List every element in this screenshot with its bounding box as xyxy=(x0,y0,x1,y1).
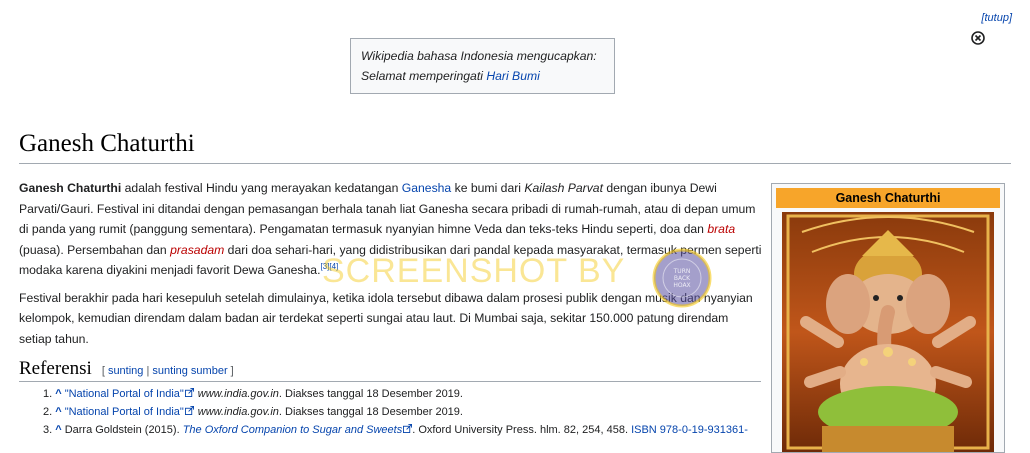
reference-source: www.india.gov.in xyxy=(197,388,279,400)
reference-title-link[interactable]: "National Portal of India" xyxy=(65,406,184,418)
ganesha-idol-image[interactable] xyxy=(782,212,994,452)
article-subject-bold: Ganesh Chaturthi xyxy=(19,181,122,195)
citation-3-4[interactable]: [3][4] xyxy=(320,262,338,271)
paragraph-2: Festival berakhir pada hari kesepuluh se… xyxy=(19,290,753,346)
close-icon[interactable] xyxy=(970,30,986,46)
backlink-caret[interactable]: ^ xyxy=(55,388,61,400)
backlink-caret[interactable]: ^ xyxy=(55,424,61,436)
backlink-caret[interactable]: ^ xyxy=(55,406,61,418)
references-heading: Referensi [ sunting | sunting sumber ] xyxy=(19,358,764,380)
infobox: Ganesh Chaturthi xyxy=(771,183,1005,453)
notice-line-1: Wikipedia bahasa Indonesia mengucapkan: xyxy=(361,49,597,63)
reference-source: www.india.gov.in xyxy=(197,406,279,418)
site-notice-banner: Wikipedia bahasa Indonesia mengucapkan: … xyxy=(350,38,615,94)
earth-day-link[interactable]: Hari Bumi xyxy=(486,69,540,83)
references-divider xyxy=(19,381,761,382)
reference-accessed: . Diakses tanggal 18 Desember 2019. xyxy=(278,406,463,418)
p1-text-2: ke bumi dari xyxy=(451,181,525,195)
isbn-link[interactable]: ISBN 978-0-19-931361- xyxy=(631,424,748,436)
p1-text-1: adalah festival Hindu yang merayakan ked… xyxy=(121,181,402,195)
paragraph-1: Ganesh Chaturthi adalah festival Hindu y… xyxy=(19,178,764,281)
prasadam-link[interactable]: prasadam xyxy=(170,243,224,257)
hide-banner-link[interactable]: [tutup] xyxy=(981,12,1012,24)
infobox-title: Ganesh Chaturthi xyxy=(776,188,1000,208)
edit-bracket-close: ] xyxy=(227,365,234,377)
kailash-italic: Kailash Parvat xyxy=(524,181,603,195)
external-link-icon xyxy=(403,424,413,433)
p1-text-4: (puasa). Persembahan dan xyxy=(19,242,171,257)
reference-number: 1. xyxy=(43,388,53,400)
reference-accessed: . Diakses tanggal 18 Desember 2019. xyxy=(278,388,463,400)
ganesha-link[interactable]: Ganesha xyxy=(402,181,451,195)
reference-number: 3. xyxy=(43,424,53,436)
reference-title-link[interactable]: The Oxford Companion to Sugar and Sweets xyxy=(183,424,403,436)
page-title: Ganesh Chaturthi xyxy=(19,130,195,157)
brata-link[interactable]: brata xyxy=(707,222,735,236)
reference-author: Darra Goldstein (2015). xyxy=(64,424,183,436)
notice-line-2: Selamat memperingati Hari Bumi xyxy=(361,66,604,86)
edit-source-link[interactable]: sunting sumber xyxy=(152,365,227,377)
reference-item: 3. ^ Darra Goldstein (2015). The Oxford C… xyxy=(43,421,783,439)
external-link-icon xyxy=(184,406,194,415)
reference-title-link[interactable]: "National Portal of India" xyxy=(65,388,184,400)
reference-item: 2. ^ "National Portal of India" www.india.… xyxy=(43,403,783,421)
external-link-icon xyxy=(184,388,194,397)
references-list: 1. ^ "National Portal of India" www.india.… xyxy=(43,385,783,439)
notice-line-2-text: Selamat memperingati xyxy=(361,69,487,83)
references-title: Referensi xyxy=(19,358,92,379)
reference-publisher: . Oxford University Press. hlm. 82, 254,… xyxy=(412,424,632,436)
reference-number: 2. xyxy=(43,406,53,418)
article-body: Ganesh Chaturthi adalah festival Hindu y… xyxy=(19,178,764,356)
section-edit-links: [ sunting | sunting sumber ] xyxy=(102,365,234,377)
edit-section-link[interactable]: sunting xyxy=(108,365,143,377)
reference-item: 1. ^ "National Portal of India" www.india.… xyxy=(43,385,783,403)
title-divider xyxy=(19,163,1011,164)
